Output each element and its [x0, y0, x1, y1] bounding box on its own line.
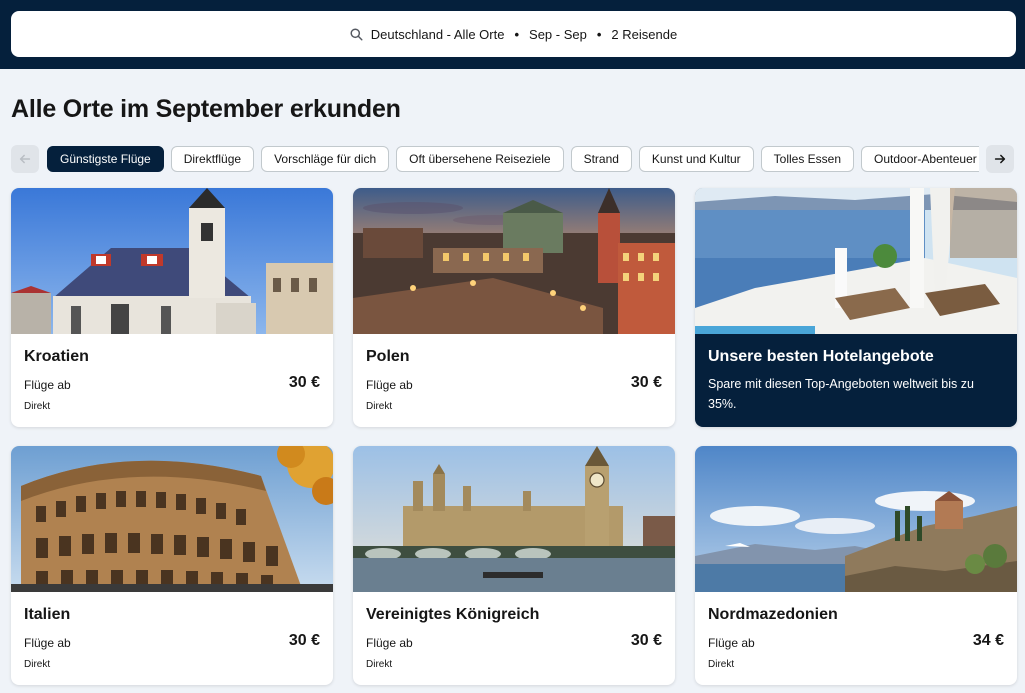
- card-from-label: Flüge ab: [366, 636, 413, 650]
- card-from-label: Flüge ab: [366, 378, 413, 392]
- chip-art-culture[interactable]: Kunst und Kultur: [638, 146, 754, 172]
- separator-dot: •: [596, 26, 602, 42]
- arrow-left-icon: [19, 154, 31, 164]
- london-westminster-photo: [353, 446, 675, 592]
- card-direct-label: Direkt: [24, 401, 51, 412]
- chip-great-food[interactable]: Tolles Essen: [760, 146, 855, 172]
- category-filter-bar: Günstigste Flüge Direktflüge Vorschläge …: [11, 145, 1016, 173]
- card-price: 30 €: [630, 632, 662, 649]
- destination-card-north-macedonia[interactable]: Nordmazedonien Flüge ab 34 € Direkt: [695, 446, 1017, 685]
- search-dates: Sep - Sep: [529, 26, 587, 42]
- scroll-right-button[interactable]: [986, 145, 1014, 173]
- ohrid-lake-photo: [695, 446, 1017, 592]
- destination-card-croatia[interactable]: Kroatien Flüge ab 30 € Direkt: [11, 188, 333, 427]
- arrow-right-icon: [994, 154, 1006, 164]
- search-travelers: 2 Reisende: [611, 26, 678, 42]
- separator-dot: •: [514, 26, 520, 42]
- card-title: Vereinigtes Königreich: [366, 606, 540, 623]
- search-destination: Deutschland - Alle Orte: [370, 26, 505, 42]
- card-price: 30 €: [288, 374, 320, 391]
- card-price: 30 €: [630, 374, 662, 391]
- card-title: Italien: [24, 606, 71, 623]
- card-title: Nordmazedonien: [708, 606, 838, 623]
- card-direct-label: Direkt: [708, 659, 735, 670]
- search-icon: [350, 27, 363, 41]
- chip-direct-flights[interactable]: Direktflüge: [170, 146, 255, 172]
- warsaw-old-town-photo: [353, 188, 675, 334]
- chip-overlooked-destinations[interactable]: Oft übersehene Reiseziele: [396, 146, 564, 172]
- card-direct-label: Direkt: [366, 659, 393, 670]
- chip-beach[interactable]: Strand: [570, 146, 632, 172]
- scroll-left-button[interactable]: [11, 145, 39, 173]
- page-title: Alle Orte im September erkunden: [11, 95, 401, 123]
- card-title: Kroatien: [24, 348, 89, 365]
- destination-card-italy[interactable]: Italien Flüge ab 30 € Direkt: [11, 446, 333, 685]
- hotel-deals-promo-card[interactable]: Unsere besten Hotelangebote Spare mit di…: [695, 188, 1017, 427]
- zagreb-church-photo: [11, 188, 333, 334]
- top-bar: Deutschland - Alle Orte • Sep - Sep • 2 …: [0, 0, 1025, 69]
- colosseum-photo: [11, 446, 333, 592]
- card-price: 34 €: [972, 632, 1004, 649]
- promo-description: Spare mit diesen Top-Angeboten weltweit …: [708, 377, 974, 411]
- card-from-label: Flüge ab: [24, 378, 71, 392]
- hotel-terrace-sea-photo: [695, 188, 1017, 334]
- card-from-label: Flüge ab: [24, 636, 71, 650]
- card-price: 30 €: [288, 632, 320, 649]
- destination-card-united-kingdom[interactable]: Vereinigtes Königreich Flüge ab 30 € Dir…: [353, 446, 675, 685]
- card-title: Polen: [366, 348, 410, 365]
- chip-outdoor-adventure[interactable]: Outdoor-Abenteuer: [861, 146, 979, 172]
- chip-cheapest-flights[interactable]: Günstigste Flüge: [47, 146, 164, 172]
- category-chip-list: Günstigste Flüge Direktflüge Vorschläge …: [47, 145, 979, 173]
- card-direct-label: Direkt: [366, 401, 393, 412]
- destination-card-poland[interactable]: Polen Flüge ab 30 € Direkt: [353, 188, 675, 427]
- card-from-label: Flüge ab: [708, 636, 755, 650]
- search-summary-bar[interactable]: Deutschland - Alle Orte • Sep - Sep • 2 …: [11, 11, 1016, 57]
- chip-suggestions[interactable]: Vorschläge für dich: [261, 146, 390, 172]
- promo-title: Unsere besten Hotelangebote: [708, 348, 934, 365]
- card-direct-label: Direkt: [24, 659, 51, 670]
